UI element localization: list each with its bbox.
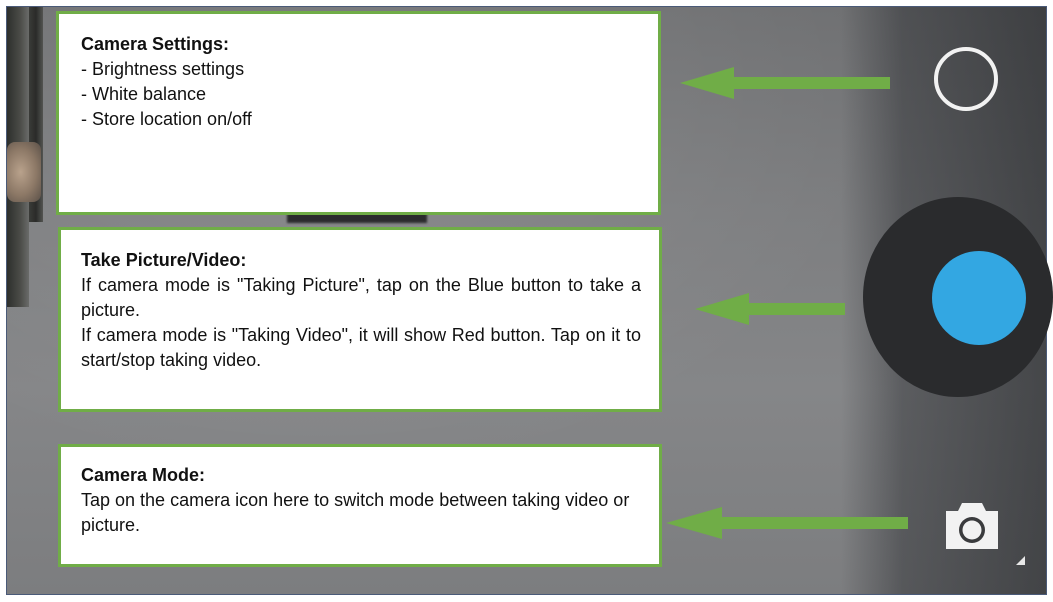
callout-paragraph: If camera mode is "Taking Video", it wil… [81,325,641,370]
callout-list-item: - White balance [81,84,207,104]
arrow-to-shutter-icon [695,293,845,325]
callout-title: Camera Settings: [81,34,230,54]
arrow-to-mode-icon [666,507,908,539]
callout-title: Take Picture/Video: [81,250,247,270]
corner-indicator-icon [1016,556,1025,565]
callout-list-item: - Store location on/off [81,109,252,129]
camera-icon [946,503,998,549]
callout-paragraph: Tap on the camera icon here to switch mo… [81,490,630,535]
shutter-blue-icon [932,251,1026,345]
arrow-to-settings-icon [680,67,890,99]
background-knob [7,142,41,202]
callout-paragraph: If camera mode is "Taking Picture", tap … [81,275,641,320]
camera-mode-button[interactable] [942,499,1002,553]
callout-camera-mode: Camera Mode: Tap on the camera icon here… [58,444,662,567]
callout-title: Camera Mode: [81,465,206,485]
callout-camera-settings: Camera Settings: - Brightness settings -… [56,11,661,215]
camera-settings-button[interactable] [934,47,998,111]
shutter-button[interactable] [863,197,1053,397]
callout-take-picture-video: Take Picture/Video: If camera mode is "T… [58,227,662,412]
callout-list-item: - Brightness settings [81,59,245,79]
